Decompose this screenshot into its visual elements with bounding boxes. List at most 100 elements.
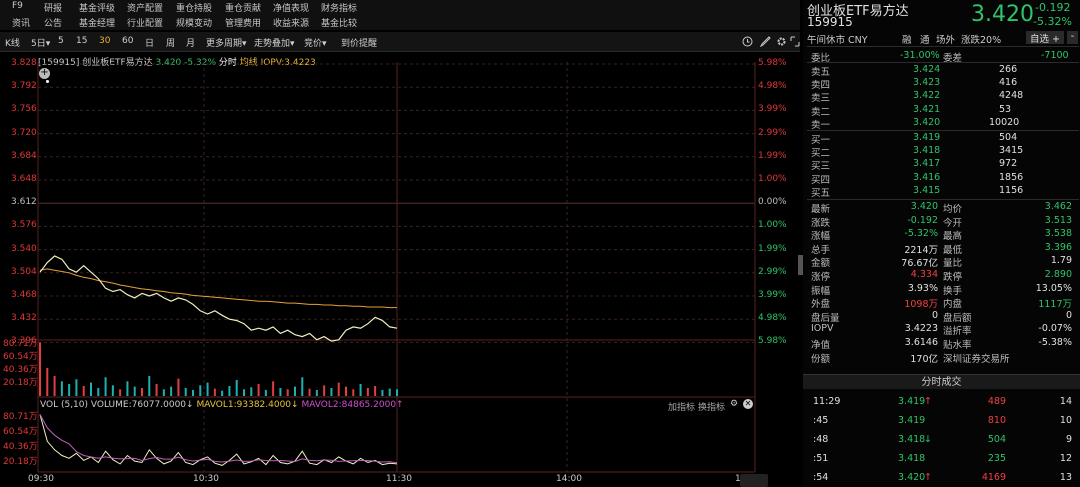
tick-price: 3.419 [898,415,926,426]
auction-button[interactable]: 竞价▾ [304,36,327,49]
tick-price: 3.420 [898,472,926,483]
stat-value: -0.07% [1038,323,1072,335]
menu-income-source[interactable]: 收益来源 [273,16,309,29]
ask-row[interactable]: 卖五 3.424 266 [803,64,1080,78]
menu-news[interactable]: 资讯 [12,16,30,29]
menu-research[interactable]: 研报 [44,1,62,14]
menu-top-holdings[interactable]: 重仓持股 [176,1,212,14]
watchlist-label: 自选 [1030,34,1050,45]
bid-row[interactable]: 买三 3.417 972 [803,158,1080,172]
overlay-button[interactable]: 走势叠加▾ [254,36,295,49]
menu-nav-perf[interactable]: 净值表现 [273,1,309,14]
period-60-button[interactable]: 60 [122,36,133,46]
stat-row: 总手 2214万 最低 3.396 [803,242,1080,256]
volume-bar [199,385,202,396]
ask-row[interactable]: 卖四 3.423 416 [803,77,1080,91]
tag-margin: 融 [902,35,912,46]
menu-f9[interactable]: F9 [12,1,23,11]
ask-row[interactable]: 卖三 3.422 4248 [803,90,1080,104]
ask-label: 卖五 [811,67,831,78]
bid-volume: 972 [999,158,1018,170]
volume-bar [82,385,85,396]
tag-connect: 通 [920,35,930,46]
swap-indicator-button[interactable]: 换指标 [698,400,725,413]
stat-label: 振幅 [811,285,831,297]
stat-label: 贴水率 [943,340,972,351]
stat-row: 涨跌 -0.192 今开 3.513 [803,215,1080,229]
vol-title[interactable]: VOL (5,10) [40,400,88,410]
stat-label: 最高 [943,231,963,243]
chart-area[interactable]: [159915] 创业板ETF易方达 3.420 -5.32% 分时 均线 IO… [0,52,800,487]
volume-bar [243,389,245,396]
stat-value: 3.6146 [904,337,938,348]
settings-gear-icon[interactable] [776,36,787,47]
stat-label: 深圳证券交易所 [943,353,1010,365]
period-month-button[interactable]: 月 [186,36,195,49]
bid-row[interactable]: 买一 3.419 504 [803,132,1080,146]
menu-asset-alloc[interactable]: 资产配置 [127,1,163,14]
menu-fund-compare[interactable]: 基金比较 [321,16,357,29]
tick-volume: 4169 [981,472,1006,483]
ask-row[interactable]: 卖二 3.421 53 [803,104,1080,118]
period-5day-button[interactable]: 5日▾ [31,36,50,49]
menu-fund-rating[interactable]: 基金评级 [79,1,115,14]
volume-bar [315,389,318,396]
panel-splitter[interactable] [798,255,803,275]
draw-pen-icon[interactable] [760,36,771,47]
big-price: 3.420 [971,2,1034,27]
add-indicator-button[interactable]: 加指标 [668,400,695,413]
tick-volume: 235 [987,453,1006,464]
menu-notice[interactable]: 公告 [44,16,62,29]
bid-row[interactable]: 买五 3.415 1156 [803,185,1080,199]
collapse-button[interactable]: - [1067,31,1078,44]
stat-value: 1098万 [904,299,938,311]
menu-fees[interactable]: 管理费用 [225,16,261,29]
menu-manager[interactable]: 基金经理 [79,16,115,29]
tick-row: :54 3.420 ↑ 4169 13 [803,472,1080,484]
bid-row[interactable]: 买四 3.416 1856 [803,172,1080,186]
indicator-settings-icon[interactable]: ⚙ [730,399,738,409]
period-30-button[interactable]: 30 [99,36,110,46]
tick-volume: 504 [987,434,1006,445]
tick-count: 14 [1059,396,1072,407]
clock-icon[interactable] [742,36,753,47]
indicator-close-icon[interactable]: ✕ [743,399,753,409]
more-periods-button[interactable]: 更多周期▾ [206,36,247,49]
period-15-button[interactable]: 15 [76,36,87,46]
volume-bar [228,385,231,396]
stat-label: 涨幅 [811,231,831,243]
kline-button[interactable]: K线 [5,36,20,49]
volume-bar [352,389,355,396]
vol-tick: 40.36万 [3,442,38,452]
volume-bar [381,389,384,396]
bid-row[interactable]: 买二 3.418 3415 [803,145,1080,159]
weibi-row: 委比 -31.00% 委差 -7100 [803,50,1080,64]
stat-label: 量比 [943,258,963,270]
price-alert-button[interactable]: 到价提醒 [341,36,377,49]
tick-count: 12 [1059,453,1072,464]
change-pct: -5.32% [1033,15,1072,28]
ask-row[interactable]: 卖一 3.420 10020 [803,117,1080,131]
stat-row: 金额 76.67亿 量比 1.79 [803,255,1080,270]
scroll-left-button[interactable] [740,474,768,487]
bid-label: 买四 [811,174,831,186]
menu-scale[interactable]: 规模变动 [176,16,212,29]
menu-industry[interactable]: 行业配置 [127,16,163,29]
ask-label: 卖一 [811,119,831,131]
menu-fin-index[interactable]: 财务指标 [321,1,357,14]
tick-arrow: ↑ [924,472,932,483]
tick-row: :45 3.419 810 10 [803,415,1080,427]
volume-bar [155,383,158,396]
tick-time: :45 [813,415,829,426]
period-week-button[interactable]: 周 [166,36,175,49]
expand-icon[interactable] [790,36,800,47]
bid-label: 买五 [811,187,831,199]
stat-label: 今开 [943,217,963,229]
watchlist-button[interactable]: 自选 + [1026,31,1064,45]
period-5-button[interactable]: 5 [58,36,64,46]
stat-label: 最低 [943,244,963,256]
tick-time: :48 [813,434,829,445]
stat-value: 13.05% [1035,282,1072,294]
menu-holding-contrib[interactable]: 重仓贡献 [225,1,261,14]
period-day-button[interactable]: 日 [145,36,154,49]
